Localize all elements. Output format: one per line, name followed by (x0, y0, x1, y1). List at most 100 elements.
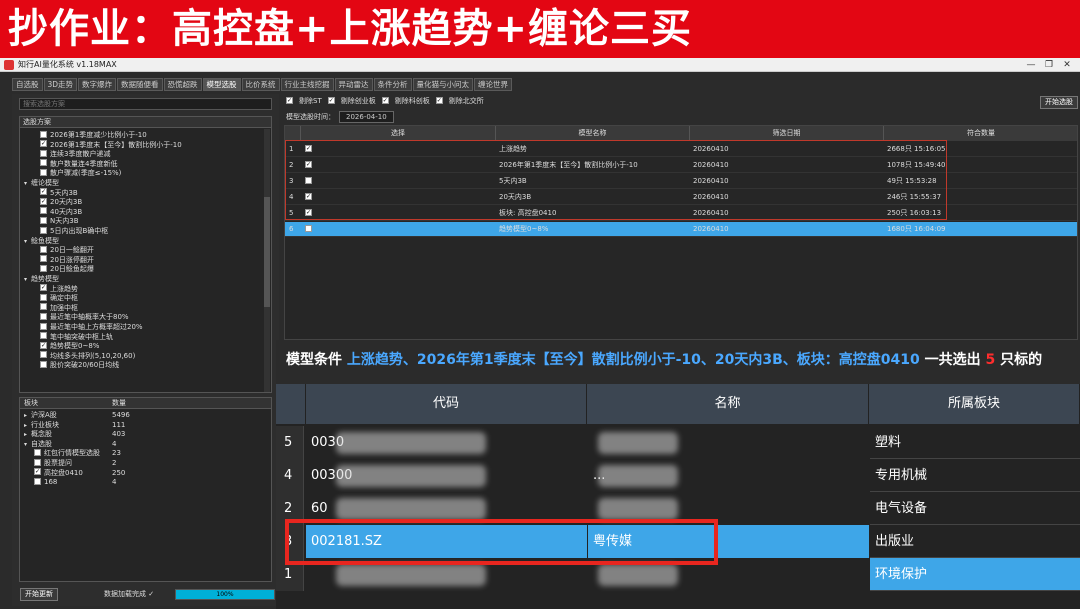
start-update-button[interactable]: 开始更新 (20, 588, 58, 601)
tree-item[interactable]: 40天内3B (40, 207, 82, 217)
result-row[interactable]: 400300...专用机械 (276, 459, 1080, 492)
scheme-search-input[interactable]: 搜索选股方案 (19, 98, 272, 110)
checkbox[interactable] (40, 245, 47, 253)
checkbox[interactable] (40, 303, 47, 311)
tree-item[interactable]: ✓ 2026第1季度末【至今】散割比例小于-10 (40, 140, 182, 150)
checkbox[interactable] (40, 255, 47, 263)
checkbox[interactable] (40, 226, 47, 234)
tree-item[interactable]: 最近笔中轴概率大于80% (40, 312, 129, 322)
checkbox[interactable] (305, 224, 312, 232)
checkbox[interactable] (40, 322, 47, 330)
tree-item[interactable]: ✓ 5天内3B (40, 188, 78, 198)
filter-checkbox[interactable]: ✓ 剔除创业板 (327, 96, 376, 105)
tree-group[interactable]: ▾ 趋势模型 (24, 275, 59, 284)
start-select-button[interactable]: 开始选股 (1040, 96, 1078, 109)
tree-item[interactable]: 20日鲶鱼起爆 (40, 264, 94, 274)
expand-arrow-icon[interactable]: ▾ (24, 276, 27, 283)
tree-item[interactable]: 加强中枢 (40, 303, 78, 313)
tree-item[interactable]: ✓ 20天内3B (40, 197, 82, 207)
checkbox[interactable] (34, 448, 41, 456)
expand-arrow-icon[interactable]: ▸ (24, 422, 27, 429)
minimize-button[interactable]: — (1022, 58, 1040, 72)
tab-4[interactable]: 恐慌超跌 (163, 78, 202, 91)
checkbox[interactable] (34, 477, 41, 485)
tree-item[interactable]: 20日涨停翻开 (40, 255, 94, 265)
tree-item[interactable]: 股价突破20/60日均线 (40, 360, 119, 370)
tree-item[interactable]: 20日一鲶翻开 (40, 245, 94, 255)
checkbox[interactable] (40, 149, 47, 157)
tab-9[interactable]: 条件分析 (373, 78, 412, 91)
checkbox[interactable] (40, 312, 47, 320)
checkbox[interactable]: ✓ (40, 188, 47, 196)
tab-10[interactable]: 量化猫与小问太 (412, 78, 474, 91)
checkbox[interactable]: ✓ (381, 96, 389, 104)
board-row[interactable]: ▾ 自选股 4 (20, 440, 270, 449)
filter-checkbox[interactable]: ✓ 剔除科创板 (381, 96, 430, 105)
checkbox[interactable]: ✓ (40, 341, 47, 349)
board-row[interactable]: ▸ 概念股 403 (20, 430, 270, 439)
tab-6[interactable]: 比价系统 (241, 78, 280, 91)
board-row[interactable]: ✓ 高控盘0410 250 (20, 468, 270, 478)
expand-arrow-icon[interactable]: ▾ (24, 238, 27, 245)
checkbox[interactable]: ✓ (34, 468, 41, 476)
tree-group[interactable]: ▾ 缠论模型 (24, 179, 59, 188)
checkbox[interactable] (40, 332, 47, 340)
tree-item[interactable]: 均线多头排列(5,10,20,60) (40, 351, 135, 361)
tree-item[interactable]: N天内3B (40, 216, 79, 226)
checkbox[interactable]: ✓ (435, 96, 443, 104)
checkbox[interactable] (40, 264, 47, 272)
expand-arrow-icon[interactable]: ▸ (24, 431, 27, 438)
checkbox[interactable]: ✓ (40, 140, 47, 148)
result-header-sector: 所属板块 (869, 384, 1080, 424)
tree-item[interactable]: 5日内出现B确中枢 (40, 226, 108, 236)
filter-checkbox[interactable]: ✓ 剔除北交所 (435, 96, 484, 105)
close-button[interactable]: ✕ (1058, 58, 1076, 72)
checkbox[interactable] (40, 130, 47, 138)
tree-item[interactable]: 2026第1季度减少比例小于-10 (40, 130, 147, 140)
maximize-button[interactable]: ❐ (1040, 58, 1058, 72)
tab-3[interactable]: 数据随便看 (117, 78, 163, 91)
tree-item[interactable]: ✓ 趋势模型0~8% (40, 341, 99, 351)
tab-8[interactable]: 异动雷达 (334, 78, 373, 91)
checkbox[interactable] (40, 159, 47, 167)
checkbox[interactable] (40, 216, 47, 224)
board-row[interactable]: 红包行情模型选股 23 (20, 448, 270, 458)
filter-checkbox[interactable]: ✓ 剔除ST (286, 96, 322, 105)
checkbox[interactable] (40, 360, 47, 368)
tree-item[interactable]: 散户数量连4季度新低 (40, 159, 117, 169)
tree-item[interactable]: ✓ 上涨趋势 (40, 284, 78, 294)
checkbox[interactable] (40, 351, 47, 359)
tab-0[interactable]: 自选股 (12, 78, 43, 91)
tree-group[interactable]: ▾ 鲶鱼模型 (24, 237, 59, 246)
checkbox[interactable]: ✓ (40, 197, 47, 205)
checkbox[interactable] (40, 168, 47, 176)
tree-item[interactable]: 笔中轴突破中枢上轨 (40, 332, 113, 342)
checkbox[interactable] (40, 207, 47, 215)
tab-11[interactable]: 缠论世界 (474, 78, 513, 91)
tab-1[interactable]: 3D走势 (43, 78, 78, 91)
checkbox[interactable]: ✓ (40, 284, 47, 292)
tree-item[interactable]: 最近笔中轴上方概率超过20% (40, 322, 143, 332)
select-cell[interactable] (305, 222, 315, 237)
expand-arrow-icon[interactable]: ▾ (24, 441, 27, 448)
model-row[interactable]: 6 趋势模型0~8% 20260410 1680只 16:04:09 (285, 222, 1077, 237)
tree-item[interactable]: 连续3季度散户递减 (40, 149, 110, 159)
board-row[interactable]: 股票提问 2 (20, 458, 270, 468)
tree-item[interactable]: 散户骤减(季度≤-15%) (40, 168, 121, 178)
board-row[interactable]: ▸ 行业板块 111 (20, 421, 270, 430)
date-picker[interactable]: 2026-04-10 (339, 111, 394, 123)
tab-2[interactable]: 数字爆炸 (78, 78, 117, 91)
expand-arrow-icon[interactable]: ▾ (24, 180, 27, 187)
board-row[interactable]: ▸ 沪深A股 5496 (20, 411, 270, 420)
tree-scroll-thumb[interactable] (264, 197, 270, 307)
board-row[interactable]: 168 4 (20, 477, 270, 487)
result-row[interactable]: 5 0030 塑料 (276, 426, 1080, 459)
tab-7[interactable]: 行业主线挖掘 (280, 78, 334, 91)
tab-5[interactable]: 模型选股 (202, 78, 241, 91)
checkbox[interactable] (34, 458, 41, 466)
expand-arrow-icon[interactable]: ▸ (24, 412, 27, 419)
tree-item[interactable]: 确定中枢 (40, 293, 78, 303)
checkbox[interactable]: ✓ (327, 96, 335, 104)
checkbox[interactable] (40, 293, 47, 301)
checkbox[interactable]: ✓ (286, 96, 293, 104)
